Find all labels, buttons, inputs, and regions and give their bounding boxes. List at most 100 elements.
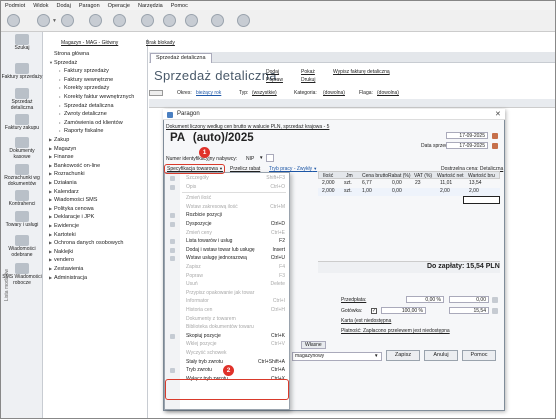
flag-filter[interactable]: (dowolna): [377, 90, 399, 96]
nav-item[interactable]: ▶ Finanse: [49, 154, 74, 160]
nav-item[interactable]: ▶ Kalendarz: [49, 189, 79, 195]
module-faktury-sprzedazy[interactable]: Faktury sprzedaży: [1, 63, 43, 81]
detail-invoice-link[interactable]: Wypisz fakturę detaliczną: [333, 69, 390, 75]
menu-item[interactable]: Popraw F3: [165, 272, 289, 281]
nav-item[interactable]: • Zwroty detaliczne: [59, 111, 107, 117]
nav-item[interactable]: • Faktury wewnętrzne: [59, 77, 113, 83]
module-dokumenty-kasowe[interactable]: Dokumenty kasowe: [1, 137, 43, 160]
menu-item[interactable]: Opis Ctrl+O: [165, 183, 289, 192]
menu-item[interactable]: Wstaw zakresową ilość Ctrl+M: [165, 203, 289, 212]
add-link[interactable]: Dodaj: [266, 69, 279, 75]
table-cell[interactable]: 2,00: [469, 188, 479, 194]
table-cell[interactable]: 11,01: [440, 180, 452, 186]
module-faktury-zakupu[interactable]: Faktury zakupu: [1, 114, 43, 132]
table-cell[interactable]: 6,77: [362, 180, 372, 186]
period-filter[interactable]: bieżący rok: [196, 90, 221, 96]
menu-item[interactable]: Historia cen Ctrl+H: [165, 306, 289, 315]
chevron-down-icon[interactable]: ▼: [259, 155, 263, 160]
nav-item[interactable]: ▶ Ewidencje: [49, 223, 79, 229]
mail-icon[interactable]: [141, 14, 154, 27]
nip-input[interactable]: [266, 154, 274, 162]
menu-item[interactable]: Informator Ctrl+I: [165, 297, 289, 306]
nav-item[interactable]: ▶ Deklaracje i JPK: [49, 214, 94, 220]
nav-item[interactable]: ▶ vendero: [49, 257, 74, 263]
more-options-button[interactable]: [149, 90, 163, 96]
store-selector[interactable]: Magazyn - MAG - Główny: [61, 40, 118, 46]
menu-item[interactable]: Przypisz opakowanie jak towar: [165, 289, 289, 298]
module-list-toggle[interactable]: Lista modułów: [4, 269, 10, 301]
module-kontrahenci[interactable]: Kontrahenci: [1, 190, 43, 208]
menu-item[interactable]: Wklej pozycje Ctrl+V: [165, 340, 289, 349]
menu-item[interactable]: Lista towarów i usług F2: [165, 237, 289, 246]
prepayment-percent[interactable]: 0,00 %: [406, 296, 444, 303]
chevron-down-icon[interactable]: ▼: [52, 18, 57, 24]
nav-item[interactable]: ▶ Zestawienia: [49, 266, 83, 272]
chevron-down-icon[interactable]: ▼: [374, 353, 378, 358]
print-icon[interactable]: [89, 14, 102, 27]
type-filter[interactable]: (wszystkie): [252, 90, 277, 96]
calendar-icon[interactable]: [492, 133, 498, 139]
search-module[interactable]: Szukaj: [1, 34, 43, 52]
menu-item[interactable]: Skopiuj pozycje Ctrl+K: [165, 332, 289, 341]
table-cell[interactable]: 1,00: [362, 188, 372, 194]
close-icon[interactable]: ✕: [495, 110, 501, 118]
module-sprzedaz-detaliczna[interactable]: Sprzedaż detaliczna: [1, 88, 43, 111]
active-cell[interactable]: [463, 196, 500, 204]
new-document-icon[interactable]: [7, 14, 20, 27]
show-link[interactable]: Pokaż: [301, 69, 315, 75]
table-cell[interactable]: 0,00: [392, 180, 402, 186]
blocks-link[interactable]: Brak blokady: [146, 40, 175, 46]
menu-item[interactable]: Dyspozycje Ctrl+D: [165, 220, 289, 229]
calendar-icon[interactable]: [492, 143, 498, 149]
chart-icon[interactable]: [163, 14, 176, 27]
nav-item[interactable]: ▶ Zakup: [49, 137, 69, 143]
nav-item[interactable]: ▶ Magazyn: [49, 146, 76, 152]
table-cell[interactable]: 2,000: [322, 180, 335, 186]
nav-item[interactable]: ▶ Kartoteki: [49, 232, 76, 238]
table-cell[interactable]: 13,54: [469, 180, 482, 186]
table-cell[interactable]: 2,000: [322, 188, 335, 194]
nav-item[interactable]: Strona główna: [49, 51, 89, 57]
menu-item[interactable]: Szczegóły Shift+F3: [165, 174, 289, 183]
refresh-icon[interactable]: [61, 14, 74, 27]
card-payment-link[interactable]: Karta (est niedostępna: [341, 318, 391, 324]
menu-item[interactable]: Dokumenty z towarem: [165, 315, 289, 324]
menu-item[interactable]: Biblioteka dokumentów towaru: [165, 323, 289, 332]
prepayment-amount[interactable]: 0,00: [449, 296, 489, 303]
menu-item[interactable]: Usuń Delete: [165, 280, 289, 289]
nav-item[interactable]: • Raporty fiskalne: [59, 128, 103, 134]
nav-item[interactable]: ▶ Działania: [49, 180, 77, 186]
cash-checkbox[interactable]: ✓: [371, 308, 377, 314]
table-cell[interactable]: 0,00: [392, 188, 402, 194]
table-cell[interactable]: 2,00: [440, 188, 450, 194]
menu-item[interactable]: Dodaj i wstaw towar lub usługę Insert: [165, 246, 289, 255]
menu-narzedzia[interactable]: Narzędzia: [138, 3, 163, 9]
cash-amount[interactable]: 15,54: [449, 307, 489, 314]
tab-sprzedaz-detaliczna[interactable]: Sprzedaż detaliczna: [150, 53, 212, 63]
nav-item[interactable]: • Zamówienia od klientów: [59, 120, 123, 126]
menu-item[interactable]: Rozbicie pozycji: [165, 211, 289, 220]
menu-widok[interactable]: Widok: [33, 3, 48, 9]
menu-dodaj[interactable]: Dodaj: [56, 3, 70, 9]
menu-podmiot[interactable]: Podmiot: [5, 3, 25, 9]
category-filter[interactable]: (dowolna): [323, 90, 345, 96]
issue-date-field[interactable]: 17-09-2025: [446, 132, 488, 139]
nav-item[interactable]: ▼Sprzedaż: [49, 60, 77, 66]
archive-icon[interactable]: [185, 14, 198, 27]
transfer-payment-link[interactable]: Płatność: Zapłacono przelewem jest niedo…: [341, 328, 450, 334]
menu-item[interactable]: Zmień ceny Ctrl+E: [165, 229, 289, 238]
module-rozrachunki[interactable]: Rozrachunki wg dokumentów: [1, 164, 43, 187]
table-cell[interactable]: 23: [415, 180, 421, 186]
nav-item[interactable]: • Sprzedaż detaliczna: [59, 103, 114, 109]
prepayment-label[interactable]: Przedpłata:: [341, 297, 366, 303]
table-cell[interactable]: szt.: [344, 188, 352, 194]
menu-paragon[interactable]: Paragon: [79, 3, 100, 9]
menu-item[interactable]: Wyczyść schowek: [165, 349, 289, 358]
nav-item[interactable]: ▶ Naklejki: [49, 249, 73, 255]
help-button[interactable]: Pomoc: [462, 350, 496, 361]
nav-item[interactable]: ▶ Ochrona danych osobowych: [49, 240, 123, 246]
save-icon[interactable]: [37, 14, 50, 27]
calculator-icon[interactable]: [492, 297, 498, 303]
tab-wlasne[interactable]: Własne: [301, 341, 326, 349]
warehouse-select[interactable]: magazynowy: [292, 352, 382, 361]
